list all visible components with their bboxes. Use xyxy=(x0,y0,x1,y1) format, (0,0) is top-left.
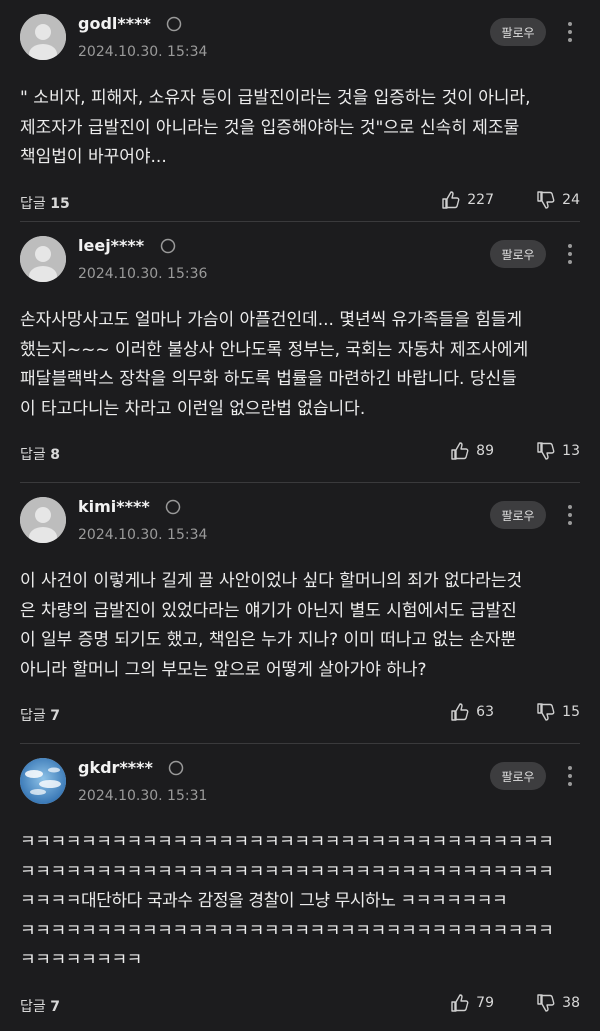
comment-item: godl**** 2024.10.30. 15:34 팔로우 " 소비자, 피해… xyxy=(0,0,600,212)
comment-header: godl**** 2024.10.30. 15:34 팔로우 xyxy=(20,0,580,84)
avatar[interactable] xyxy=(20,758,66,804)
comment-footer: 답글 7 79 38 xyxy=(20,986,580,1026)
circle-outline-icon xyxy=(167,16,182,32)
username[interactable]: kimi**** xyxy=(78,497,181,516)
dislike-count: 15 xyxy=(562,704,580,720)
like-button[interactable]: 63 xyxy=(450,702,494,722)
comment-header: kimi**** 2024.10.30. 15:34 팔로우 xyxy=(20,483,580,567)
more-vertical-icon[interactable] xyxy=(566,242,574,266)
comment-item: kimi**** 2024.10.30. 15:34 팔로우 이 사건이 이렇게… xyxy=(0,483,600,725)
comment-text: ㅋㅋㅋㅋㅋㅋㅋㅋㅋㅋㅋㅋㅋㅋㅋㅋㅋㅋㅋㅋㅋㅋㅋㅋㅋㅋㅋㅋㅋㅋㅋㅋㅋㅋㅋ ㅋㅋㅋㅋ… xyxy=(20,832,554,970)
comment-timestamp: 2024.10.30. 15:36 xyxy=(78,266,208,282)
default-avatar-icon xyxy=(20,497,66,543)
username-text[interactable]: kimi**** xyxy=(78,497,150,516)
circle-outline-icon xyxy=(160,238,175,254)
more-vertical-icon[interactable] xyxy=(566,20,574,44)
username[interactable]: godl**** xyxy=(78,14,182,33)
like-count: 79 xyxy=(476,994,494,1011)
thumbs-down-icon xyxy=(537,993,555,1012)
comment-item: gkdr**** 2024.10.30. 15:31 팔로우 ㅋㅋㅋㅋㅋㅋㅋㅋㅋ… xyxy=(0,744,600,1015)
comment-footer: 답글 8 89 13 xyxy=(20,434,580,474)
reply-button[interactable]: 답글 7 xyxy=(20,996,60,1016)
dislike-button[interactable]: 15 xyxy=(536,702,580,722)
comment-timestamp: 2024.10.30. 15:31 xyxy=(78,788,208,804)
username-text[interactable]: gkdr**** xyxy=(78,758,153,777)
comment-header: gkdr**** 2024.10.30. 15:31 팔로우 xyxy=(20,744,580,828)
reply-button[interactable]: 답글 7 xyxy=(20,705,60,725)
reply-label: 답글 xyxy=(20,998,46,1015)
follow-button[interactable]: 팔로우 xyxy=(490,18,546,46)
follow-button[interactable]: 팔로우 xyxy=(490,501,546,529)
comment-timestamp: 2024.10.30. 15:34 xyxy=(78,527,208,543)
default-avatar-icon xyxy=(20,236,66,282)
comment-text: " 소비자, 피해자, 소유자 등이 급발진이라는 것을 입증하는 것이 아니라… xyxy=(20,88,531,167)
username-text[interactable]: godl**** xyxy=(78,14,151,33)
comment-timestamp: 2024.10.30. 15:34 xyxy=(78,44,208,60)
dislike-count: 13 xyxy=(562,443,580,459)
comment-header: leej**** 2024.10.30. 15:36 팔로우 xyxy=(20,222,580,306)
like-button[interactable]: 79 xyxy=(450,993,494,1013)
reply-button[interactable]: 답글 15 xyxy=(20,193,70,213)
comment-text: 손자사망사고도 얼마나 가슴이 아플건인데... 몇년씩 유가족들을 힘들게 했… xyxy=(20,310,529,419)
reply-count: 8 xyxy=(50,447,60,463)
thumbs-up-icon xyxy=(442,190,460,209)
dislike-count: 24 xyxy=(562,191,580,208)
thumbs-down-icon xyxy=(537,442,555,460)
reply-label: 답글 xyxy=(20,195,46,212)
dislike-button[interactable]: 13 xyxy=(536,441,580,461)
more-vertical-icon[interactable] xyxy=(566,503,574,527)
comment-footer: 답글 15 227 24 xyxy=(20,183,580,223)
avatar[interactable] xyxy=(20,14,66,60)
like-button[interactable]: 227 xyxy=(441,190,494,210)
username[interactable]: leej**** xyxy=(78,236,176,255)
reply-label: 답글 xyxy=(20,447,46,463)
more-vertical-icon[interactable] xyxy=(566,764,574,788)
username-text[interactable]: leej**** xyxy=(78,236,144,255)
comment-text: 이 사건이 이렇게나 길게 끌 사안이었나 싶다 할머니의 죄가 없다라는것 은… xyxy=(20,571,523,680)
like-count: 63 xyxy=(476,704,494,720)
thumbs-up-icon xyxy=(451,703,469,721)
follow-button[interactable]: 팔로우 xyxy=(490,240,546,268)
thumbs-up-icon xyxy=(451,993,469,1012)
avatar[interactable] xyxy=(20,497,66,543)
thumbs-down-icon xyxy=(537,703,555,721)
comment-item: leej**** 2024.10.30. 15:36 팔로우 손자사망사고도 얼… xyxy=(0,222,600,464)
like-count: 89 xyxy=(476,443,494,459)
like-count: 227 xyxy=(467,191,494,208)
dislike-button[interactable]: 24 xyxy=(536,190,580,210)
dislike-count: 38 xyxy=(562,994,580,1011)
reply-label: 답글 xyxy=(20,708,46,724)
username[interactable]: gkdr**** xyxy=(78,758,184,777)
reply-count: 15 xyxy=(50,195,70,212)
reply-count: 7 xyxy=(50,708,60,724)
avatar[interactable] xyxy=(20,236,66,282)
thumbs-up-icon xyxy=(451,442,469,460)
circle-outline-icon xyxy=(166,499,181,515)
reply-count: 7 xyxy=(50,998,60,1015)
thumbs-down-icon xyxy=(537,190,555,209)
dislike-button[interactable]: 38 xyxy=(536,993,580,1013)
follow-button[interactable]: 팔로우 xyxy=(490,762,546,790)
comment-footer: 답글 7 63 15 xyxy=(20,695,580,735)
sky-avatar-icon xyxy=(20,758,66,804)
like-button[interactable]: 89 xyxy=(450,441,494,461)
default-avatar-icon xyxy=(20,14,66,60)
reply-button[interactable]: 답글 8 xyxy=(20,444,60,464)
circle-outline-icon xyxy=(169,760,184,776)
